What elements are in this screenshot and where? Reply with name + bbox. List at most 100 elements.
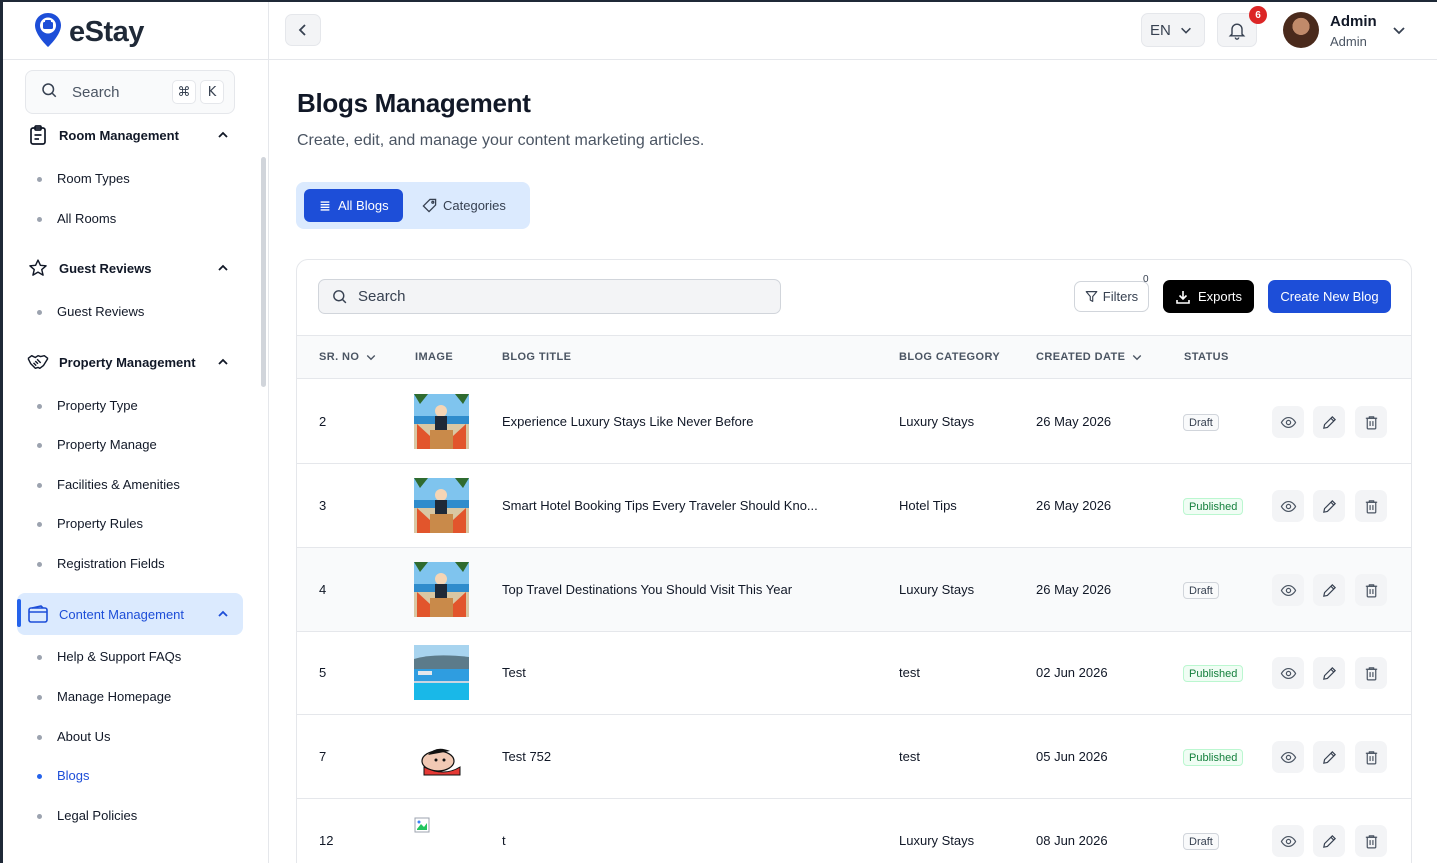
cell-blog-title: Test 752 [502,749,552,764]
sidebar-group-content-management[interactable]: Content Management [17,593,243,635]
sidebar-search-placeholder: Search [72,83,120,101]
column-header-label: SR. NO [319,351,360,363]
sidebar-item-property-rules[interactable]: Property Rules [37,516,143,531]
edit-button[interactable] [1313,574,1345,606]
view-button[interactable] [1272,657,1304,689]
bell-icon [1228,23,1246,40]
tab-label: Categories [443,198,506,213]
view-button[interactable] [1272,406,1304,438]
delete-button[interactable] [1355,490,1387,522]
status-badge: Draft [1183,833,1219,850]
pencil-icon [1322,583,1336,597]
sidebar-item-manage-homepage[interactable]: Manage Homepage [36,689,171,704]
cell-blog-title: Top Travel Destinations You Should Visit… [502,582,793,597]
sidebar-divider [3,59,268,60]
exports-button[interactable]: Exports [1163,280,1254,313]
tab-categories[interactable]: Categories [408,189,520,222]
shortcut-cmd-key: ⌘ [172,80,196,104]
blog-thumbnail[interactable] [414,562,469,617]
delete-button[interactable] [1355,574,1387,606]
blog-tabs: All Blogs Categories [296,182,530,229]
location-pin-icon [33,12,63,53]
notifications-button[interactable]: 6 [1217,6,1267,47]
column-header-sr-no[interactable]: SR. NO [319,351,377,363]
sidebar-item-blogs[interactable]: Blogs [37,768,90,783]
back-button[interactable] [285,14,321,46]
edit-button[interactable] [1313,406,1345,438]
edit-button[interactable] [1313,741,1345,773]
sidebar-item-property-type[interactable]: Property Type [37,398,138,413]
column-header-created-date[interactable]: CREATED DATE [1036,351,1143,363]
pencil-icon [1322,834,1336,848]
sidebar-item-registration-fields[interactable]: Registration Fields [37,556,165,571]
user-name[interactable]: Admin [1330,13,1377,30]
edit-button[interactable] [1313,657,1345,689]
column-header-status: STATUS [1184,351,1229,363]
table-row[interactable]: 3 Smart Hotel Booking Tips Every Traveler… [297,464,1411,548]
edit-button[interactable] [1313,825,1345,857]
pencil-icon [1322,415,1336,429]
cell-created-date: 26 May 2026 [1036,498,1112,513]
blog-thumbnail[interactable] [414,817,469,863]
blogs-table-card: Search Filters 0 Exports Create New Blog… [296,259,1412,863]
table-header: SR. NO IMAGE BLOG TITLE BLOG CATEGORY CR… [297,335,1411,379]
user-avatar[interactable] [1283,12,1319,48]
sidebar-group-guest-reviews[interactable]: Guest Reviews [17,248,243,288]
chevron-down-icon [367,355,376,361]
sidebar-item-legal-policies[interactable]: Legal Policies [36,808,137,823]
language-select[interactable]: EN [1141,13,1205,47]
status-badge: Draft [1183,414,1219,431]
cell-sr-no: 3 [319,498,327,513]
blog-thumbnail[interactable] [414,729,469,784]
table-search-input[interactable]: Search [318,279,781,314]
trash-icon [1365,499,1377,513]
chevron-up-icon [218,264,228,271]
blog-thumbnail[interactable] [414,645,469,700]
filters-button[interactable]: Filters [1074,281,1149,312]
trash-icon [1365,750,1377,764]
table-row[interactable]: 7 Test 752 test 05 Jun 2026 Published [297,715,1411,799]
delete-button[interactable] [1355,741,1387,773]
table-row[interactable]: 12 t Luxury Stays 08 Jun 2026 Draft [297,799,1411,863]
cell-created-date: 05 Jun 2026 [1036,749,1108,764]
sidebar-scrollbar[interactable] [261,157,266,387]
table-row[interactable]: 2 Experience Luxury Stays Like Never Befo… [297,380,1411,464]
sidebar-search[interactable]: Search ⌘ K [25,70,235,114]
search-icon [40,81,58,104]
view-button[interactable] [1272,490,1304,522]
delete-button[interactable] [1355,657,1387,689]
sidebar-item-guest-reviews[interactable]: Guest Reviews [36,304,144,319]
sidebar-item-all-rooms[interactable]: All Rooms [36,211,116,226]
view-button[interactable] [1272,741,1304,773]
tab-all-blogs[interactable]: All Blogs [304,189,403,222]
sidebar-group-label: Property Management [59,354,196,370]
sidebar-item-property-manage[interactable]: Property Manage [37,437,157,452]
sidebar-group-label: Room Management [59,127,179,143]
sidebar-item-about-us[interactable]: About Us [36,729,110,744]
cell-sr-no: 4 [319,582,327,597]
sidebar-group-property-management[interactable]: Property Management [17,342,243,382]
handshake-icon [27,351,49,373]
status-badge: Published [1183,749,1244,766]
sidebar-group-room-management[interactable]: Room Management [17,115,243,155]
chevron-down-icon[interactable] [1391,22,1407,38]
delete-button[interactable] [1355,406,1387,438]
blog-thumbnail[interactable] [414,478,469,533]
sidebar-item-room-types[interactable]: Room Types [37,171,130,186]
view-button[interactable] [1272,574,1304,606]
shortcut-k-key: K [200,80,224,104]
status-badge: Draft [1183,582,1219,599]
sidebar-item-facilities-amenities[interactable]: Facilities & Amenities [37,477,180,492]
table-row[interactable]: 5 Test test 02 Jun 2026 Published [297,631,1411,715]
table-row[interactable]: 4 Top Travel Destinations You Should Visi… [297,548,1411,632]
edit-button[interactable] [1313,490,1345,522]
chevron-down-icon [1180,27,1191,34]
blog-thumbnail[interactable] [414,394,469,449]
view-button[interactable] [1272,825,1304,857]
delete-button[interactable] [1355,825,1387,857]
sidebar-item-help-support-faqs[interactable]: Help & Support FAQs [36,649,181,664]
create-new-blog-button[interactable]: Create New Blog [1268,280,1391,313]
status-badge: Published [1183,498,1244,515]
brand-logo[interactable]: eStay [33,12,144,52]
trash-icon [1365,583,1377,597]
